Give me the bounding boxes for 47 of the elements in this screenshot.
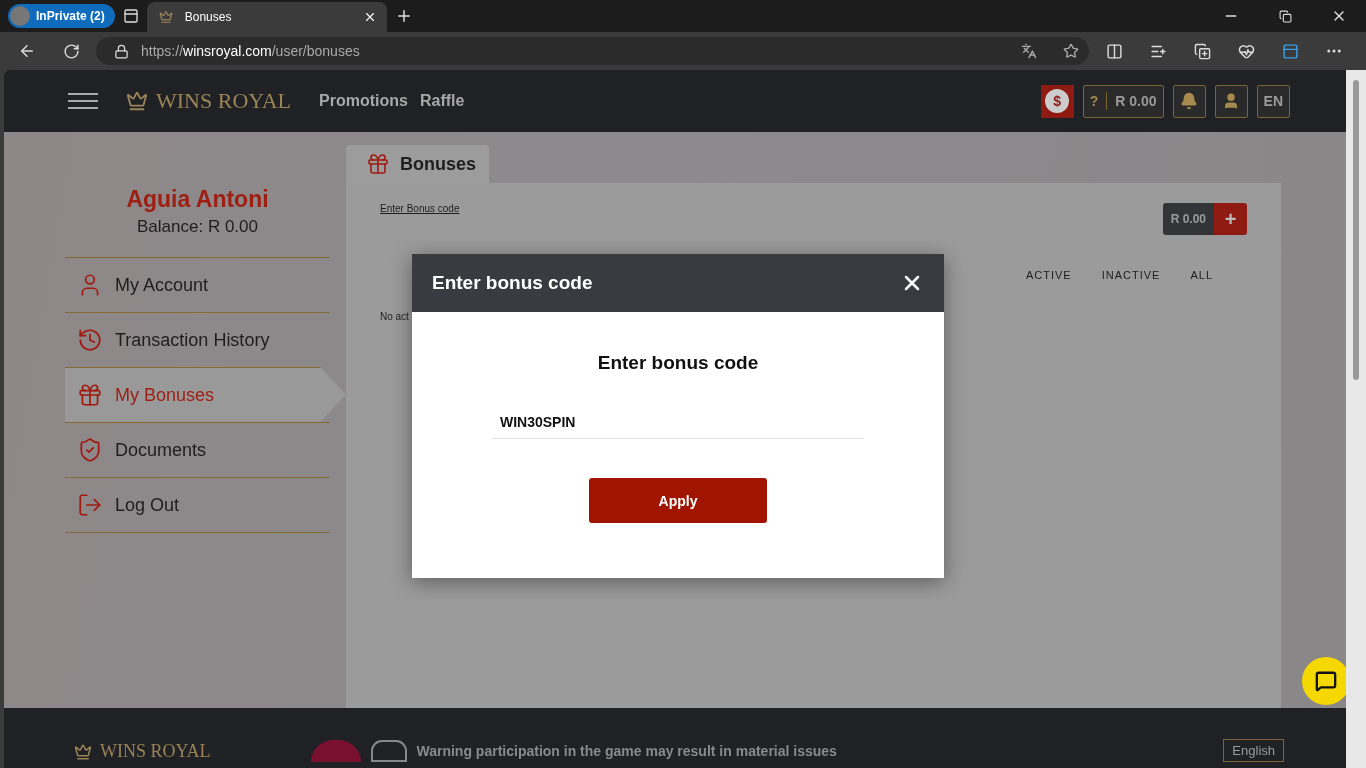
address-bar[interactable]: https://winsroyal.com/user/bonuses — [96, 37, 1089, 65]
shield-icon — [77, 437, 103, 463]
account-button[interactable] — [1214, 84, 1248, 118]
menu-item[interactable]: My Account — [65, 257, 330, 312]
filter-tab[interactable]: ALL — [1190, 269, 1213, 281]
add-button[interactable]: + — [1214, 203, 1247, 235]
warning-text: Warning participation in the game may result in material issues — [416, 743, 837, 759]
bonuses-tab[interactable]: Bonuses — [346, 145, 489, 183]
tab-actions-icon[interactable] — [122, 8, 139, 24]
language-select[interactable]: English — [1223, 739, 1284, 762]
filter-tab[interactable]: INACTIVE — [1101, 269, 1161, 281]
filter-tab[interactable]: ACTIVE — [1025, 269, 1072, 281]
read-aloud-icon[interactable] — [1021, 43, 1037, 59]
modal-heading: Enter bonus code — [597, 352, 759, 374]
nav-link[interactable]: Raffle — [419, 92, 465, 110]
logout-icon — [77, 492, 103, 518]
tab-title: Bonuses — [184, 10, 233, 24]
balance-button[interactable]: ? R 0.00 — [1082, 84, 1164, 118]
menu-icon[interactable] — [68, 93, 98, 109]
modal-title: Enter bonus code — [432, 272, 593, 294]
notifications-button[interactable] — [1172, 84, 1206, 118]
bell-icon — [1180, 92, 1199, 110]
chat-icon — [1315, 670, 1337, 692]
gift-icon — [366, 152, 390, 176]
apply-button[interactable]: Apply — [589, 478, 767, 523]
balance-text: R 0.00 — [1115, 93, 1157, 109]
clock-icon — [77, 327, 103, 353]
help-mark: ? — [1089, 93, 1099, 109]
nav-link[interactable]: Promotions — [319, 92, 408, 110]
url-text: https://winsroyal.com/user/bonuses — [141, 43, 361, 59]
empty-text: No act — [380, 311, 410, 322]
site-logo: WINS ROYAL — [156, 88, 292, 114]
crown-icon — [158, 10, 173, 24]
star-icon[interactable] — [1063, 43, 1079, 59]
language-button[interactable]: EN — [1256, 84, 1290, 118]
balance-text: Balance: R 0.00 — [136, 217, 259, 237]
user-name: Aguia Antoni — [125, 186, 270, 213]
enter-bonus-code-link[interactable]: Enter Bonus code — [380, 203, 460, 214]
footer-logo: WINS ROYAL — [100, 741, 211, 762]
lock-icon — [114, 43, 129, 59]
gift-icon — [77, 382, 103, 408]
menu-item[interactable]: Documents — [65, 422, 330, 477]
profile-button[interactable]: InPrivate (2) — [8, 4, 115, 28]
browser-tab[interactable]: Bonuses — [146, 2, 387, 32]
menu-item[interactable]: Log Out — [65, 477, 330, 532]
avatar-icon — [10, 6, 30, 26]
balance-chip: R 0.00 — [1162, 203, 1214, 235]
